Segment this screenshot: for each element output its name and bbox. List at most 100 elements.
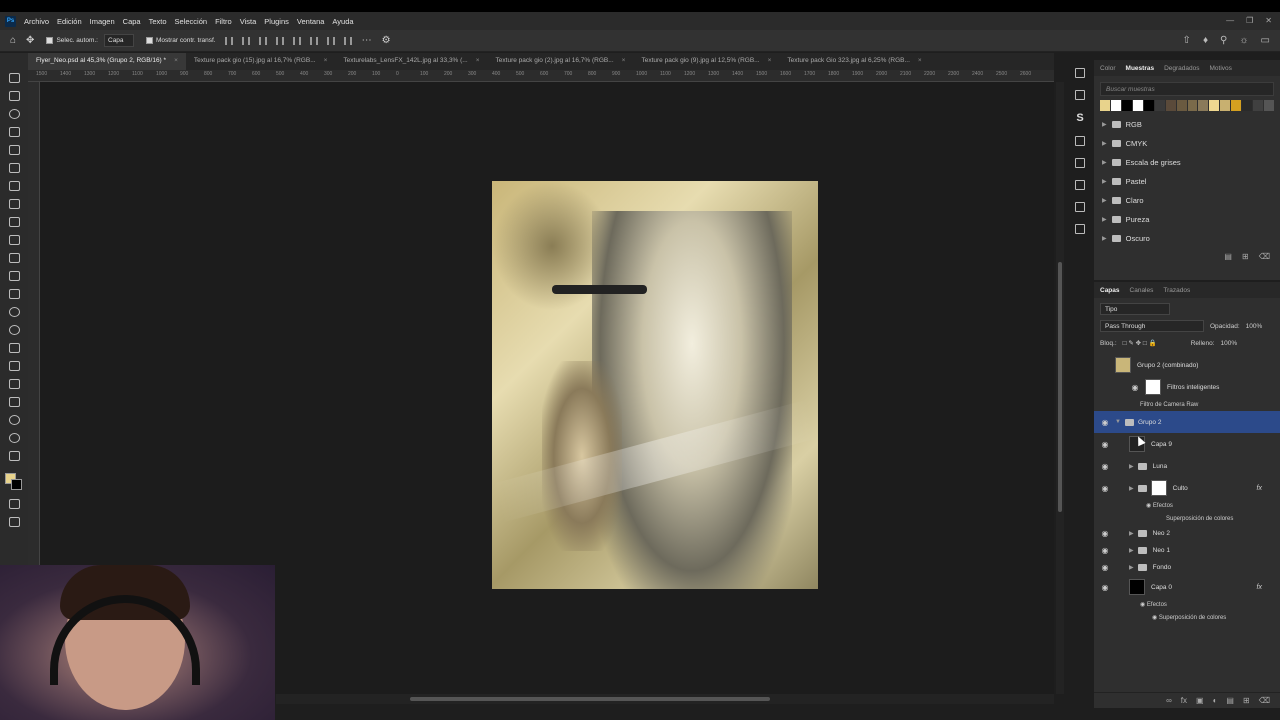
new-group-icon[interactable]: ▤ xyxy=(1226,696,1234,705)
link-layers-icon[interactable]: ∞ xyxy=(1166,696,1172,705)
eye-icon[interactable]: ◉ xyxy=(1099,563,1111,572)
color-swatch[interactable] xyxy=(1198,100,1209,111)
dodge-tool-icon[interactable] xyxy=(8,325,20,335)
scroll-thumb[interactable] xyxy=(410,697,770,701)
checkbox-icon[interactable] xyxy=(46,37,54,44)
eyedropper-tool-icon[interactable] xyxy=(8,181,20,191)
workspace-icon[interactable]: ▭ xyxy=(1261,35,1270,46)
history-brush-tool-icon[interactable] xyxy=(8,253,20,263)
tab-texturelabs[interactable]: Texturelabs_LensFX_142L.jpg al 33,3% (..… xyxy=(335,53,487,70)
eraser-tool-icon[interactable] xyxy=(8,271,20,281)
menu-vista[interactable]: Vista xyxy=(240,17,257,26)
close-icon[interactable]: × xyxy=(476,57,480,66)
swatches-search-input[interactable]: Buscar muestras xyxy=(1100,82,1274,96)
distribute-icon[interactable] xyxy=(275,36,284,45)
distribute-vertical-icon[interactable] xyxy=(343,36,352,45)
layer-luna[interactable]: ◉ ▶ Luna xyxy=(1094,455,1280,477)
culto-color-overlay[interactable]: Superposición de colores xyxy=(1094,512,1280,525)
fx-icon[interactable]: fx xyxy=(1181,696,1187,705)
auto-select-target-dropdown[interactable]: Capa xyxy=(104,34,134,47)
restore-icon[interactable]: ❐ xyxy=(1246,16,1253,25)
character-styles-icon[interactable]: S xyxy=(1076,112,1083,124)
fill-field[interactable]: 100% xyxy=(1221,340,1238,347)
color-swatch[interactable] xyxy=(1110,100,1121,111)
tab-trazados[interactable]: Trazados xyxy=(1163,287,1190,294)
blur-tool-icon[interactable] xyxy=(8,307,20,317)
quick-mask-icon[interactable] xyxy=(8,499,20,509)
color-swatch[interactable] xyxy=(1121,100,1132,111)
move-tool-icon[interactable] xyxy=(8,73,20,83)
chevron-right-icon[interactable]: ▶ xyxy=(1102,159,1107,166)
menu-plugins[interactable]: Plugins xyxy=(264,17,289,26)
new-group-icon[interactable]: ▤ xyxy=(1224,252,1232,261)
color-swatches[interactable] xyxy=(5,473,23,491)
color-swatch[interactable] xyxy=(1143,100,1154,111)
fx-icon[interactable]: fx xyxy=(1257,584,1262,591)
history-icon[interactable] xyxy=(1075,68,1085,78)
edit-toolbar-icon[interactable] xyxy=(8,451,20,461)
close-icon[interactable]: × xyxy=(918,57,922,66)
brush-tool-icon[interactable] xyxy=(8,217,20,227)
type-tool-icon[interactable] xyxy=(8,361,20,371)
close-icon[interactable]: × xyxy=(324,57,328,66)
flyer-artwork-image[interactable] xyxy=(492,181,818,589)
chevron-right-icon[interactable]: ▶ xyxy=(1129,564,1134,571)
checkbox-icon[interactable] xyxy=(146,37,153,44)
adjustments-icon[interactable] xyxy=(1075,202,1085,212)
home-icon[interactable]: ⌂ xyxy=(10,35,16,46)
align-top-icon[interactable] xyxy=(292,36,301,45)
discover-icon[interactable]: ☼ xyxy=(1239,35,1248,46)
filter-camera-raw[interactable]: Filtro de Camera Raw xyxy=(1094,398,1280,411)
color-swatch[interactable] xyxy=(1176,100,1187,111)
comments-icon[interactable] xyxy=(1075,90,1085,100)
layer-grupo2-combinado[interactable]: Grupo 2 (combinado) xyxy=(1094,354,1280,376)
swatch-folder[interactable]: ▶ RGB xyxy=(1094,115,1280,134)
hand-tool-icon[interactable] xyxy=(8,415,20,425)
color-swatch[interactable] xyxy=(1132,100,1143,111)
tab-texture-9[interactable]: Texture pack gio (9).jpg al 12,5% (RGB..… xyxy=(633,53,779,70)
character-icon[interactable] xyxy=(1075,136,1085,146)
healing-brush-tool-icon[interactable] xyxy=(8,199,20,209)
move-tool-icon[interactable]: ✥ xyxy=(26,35,34,46)
align-middle-icon[interactable] xyxy=(309,36,318,45)
layer-capa9[interactable]: ◉ Capa 9 xyxy=(1094,433,1280,455)
blend-mode-dropdown[interactable]: Pass Through xyxy=(1100,320,1204,332)
add-mask-icon[interactable]: ▣ xyxy=(1196,696,1204,705)
color-swatch[interactable] xyxy=(1165,100,1176,111)
swatch-folder[interactable]: ▶ Pureza xyxy=(1094,210,1280,229)
more-options-icon[interactable]: ⋯ xyxy=(362,35,372,46)
color-swatch[interactable] xyxy=(1220,100,1231,111)
eye-icon[interactable]: ◉ xyxy=(1146,502,1153,509)
culto-effects[interactable]: ◉ Efectos xyxy=(1094,499,1280,512)
eye-icon[interactable]: ◉ xyxy=(1099,546,1111,555)
eye-icon[interactable]: ◉ xyxy=(1099,462,1111,471)
menu-ayuda[interactable]: Ayuda xyxy=(332,17,353,26)
paragraph-icon[interactable] xyxy=(1075,158,1085,168)
color-swatch[interactable] xyxy=(1253,100,1264,111)
fx-icon[interactable]: fx xyxy=(1257,485,1262,492)
close-icon[interactable]: × xyxy=(622,57,626,66)
auto-select-checkbox[interactable]: Selec. autom.: xyxy=(46,37,98,44)
libraries-icon[interactable] xyxy=(1075,180,1085,190)
settings-gear-icon[interactable]: ⚙ xyxy=(382,35,391,46)
tab-muestras[interactable]: Muestras xyxy=(1126,65,1155,72)
magic-wand-tool-icon[interactable] xyxy=(8,127,20,137)
align-right-icon[interactable] xyxy=(258,36,267,45)
tab-degradados[interactable]: Degradados xyxy=(1164,65,1199,72)
background-color[interactable] xyxy=(11,479,22,490)
tab-motivos[interactable]: Motivos xyxy=(1210,65,1232,72)
color-swatch[interactable] xyxy=(1209,100,1220,111)
adjustment-layer-icon[interactable]: ◐ xyxy=(1213,696,1218,705)
layer-smart-filters[interactable]: ◉ Filtros inteligentes xyxy=(1094,376,1280,398)
menu-edicion[interactable]: Edición xyxy=(57,17,82,26)
path-selection-tool-icon[interactable] xyxy=(8,379,20,389)
tab-canales[interactable]: Canales xyxy=(1130,287,1154,294)
chevron-right-icon[interactable]: ▶ xyxy=(1129,547,1134,554)
screen-mode-icon[interactable] xyxy=(8,517,20,527)
horizontal-scrollbar[interactable] xyxy=(276,694,1054,704)
color-swatch[interactable] xyxy=(1242,100,1253,111)
align-center-icon[interactable] xyxy=(241,36,250,45)
menu-archivo[interactable]: Archivo xyxy=(24,17,49,26)
new-swatch-icon[interactable]: ⊞ xyxy=(1242,252,1249,261)
show-transform-checkbox[interactable]: Mostrar contr. transf. xyxy=(146,37,216,44)
